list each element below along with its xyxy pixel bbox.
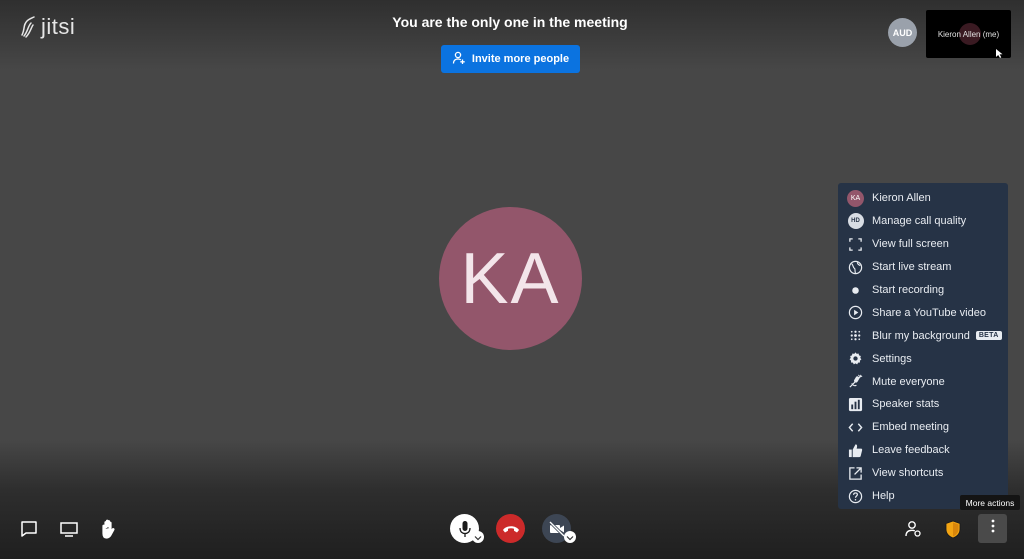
menu-item-label: Start recording xyxy=(872,284,945,296)
menu-item-label: Share a YouTube video xyxy=(872,306,986,319)
menu-item-manage-call-quality[interactable]: HD Manage call quality xyxy=(838,210,1008,233)
thumbs-up-icon xyxy=(847,442,864,459)
invite-button-label: Invite more people xyxy=(471,53,570,65)
camera-off-icon xyxy=(548,520,566,537)
beta-badge: BETA xyxy=(975,331,1002,341)
microphone-icon xyxy=(458,520,472,538)
record-icon xyxy=(847,282,864,299)
menu-item-label: Settings xyxy=(872,352,912,365)
menu-item-share-youtube-video[interactable]: Share a YouTube video xyxy=(838,301,1008,324)
menu-item-label: Help xyxy=(872,490,895,503)
security-options-button[interactable] xyxy=(942,517,964,541)
more-actions-icon xyxy=(991,519,995,538)
menu-item-settings[interactable]: Settings xyxy=(838,347,1008,370)
menu-item-label: Embed meeting xyxy=(872,421,950,434)
mute-everyone-icon xyxy=(847,373,864,390)
menu-item-label: Blur my background xyxy=(872,329,970,342)
add-person-icon xyxy=(452,51,466,68)
invite-more-people-button[interactable]: Invite more people xyxy=(441,45,580,73)
screen-share-button[interactable] xyxy=(57,519,81,539)
avatar-icon: KA xyxy=(847,189,864,207)
menu-item-view-full-screen[interactable]: View full screen xyxy=(838,233,1008,256)
menu-item-blur-background[interactable]: Blur my background BETA xyxy=(838,324,1008,347)
invite-people-button[interactable] xyxy=(902,518,924,540)
security-shield-icon xyxy=(945,520,961,539)
menu-item-label: View full screen xyxy=(872,238,949,251)
more-actions-tooltip: More actions xyxy=(960,495,1020,510)
menu-item-label: Leave feedback xyxy=(872,444,950,457)
hd-icon: HD xyxy=(847,213,864,230)
raise-hand-icon xyxy=(100,519,118,539)
menu-item-speaker-stats[interactable]: Speaker stats xyxy=(838,393,1008,416)
menu-item-label: Kieron Allen xyxy=(872,192,931,205)
more-actions-button[interactable] xyxy=(978,514,1007,543)
chevron-down-icon xyxy=(474,528,482,546)
hangup-icon xyxy=(502,524,520,534)
menu-item-profile[interactable]: KA Kieron Allen xyxy=(838,187,1008,210)
chat-button[interactable] xyxy=(18,519,40,539)
menu-item-mute-everyone[interactable]: Mute everyone xyxy=(838,370,1008,393)
stats-icon xyxy=(847,396,864,413)
chat-icon xyxy=(20,520,38,538)
cursor-icon xyxy=(996,45,1004,58)
audio-settings-caret[interactable] xyxy=(472,531,484,543)
menu-item-start-recording[interactable]: Start recording xyxy=(838,279,1008,302)
menu-item-start-live-stream[interactable]: Start live stream xyxy=(838,256,1008,279)
play-icon xyxy=(847,304,864,321)
menu-item-label: Manage call quality xyxy=(872,215,967,228)
meeting-status-message: You are the only one in the meeting xyxy=(392,14,628,30)
gear-icon xyxy=(847,350,864,367)
video-settings-caret[interactable] xyxy=(564,531,576,543)
menu-item-view-shortcuts[interactable]: View shortcuts xyxy=(838,462,1008,485)
menu-item-embed-meeting[interactable]: Embed meeting xyxy=(838,416,1008,439)
help-icon xyxy=(847,488,864,505)
menu-item-label: Start live stream xyxy=(872,261,952,274)
raise-hand-button[interactable] xyxy=(98,517,120,541)
chevron-down-icon xyxy=(566,528,574,546)
code-icon xyxy=(847,419,864,436)
invite-icon xyxy=(904,520,922,538)
jitsi-logo-icon xyxy=(18,14,38,40)
screen-share-icon xyxy=(59,520,79,538)
globe-icon xyxy=(847,259,864,276)
hangup-button[interactable] xyxy=(496,514,525,543)
menu-item-label: Mute everyone xyxy=(872,375,945,388)
menu-item-label: View shortcuts xyxy=(872,467,944,480)
menu-item-label: Speaker stats xyxy=(872,398,940,411)
audio-only-participant-avatar[interactable]: AUD xyxy=(888,18,917,47)
fullscreen-icon xyxy=(847,236,864,253)
self-display-name: Kieron Allen (me) xyxy=(937,30,1000,39)
blur-icon xyxy=(847,327,864,344)
logo-text: jitsi xyxy=(41,14,76,39)
more-actions-menu: KA Kieron Allen HD Manage call quality V… xyxy=(838,183,1008,509)
self-video-thumbnail[interactable]: Kieron Allen (me) xyxy=(926,10,1011,58)
main-participant-avatar: KA xyxy=(439,207,582,350)
jitsi-logo: jitsi xyxy=(18,14,75,40)
external-link-icon xyxy=(847,465,864,482)
menu-item-leave-feedback[interactable]: Leave feedback xyxy=(838,439,1008,462)
